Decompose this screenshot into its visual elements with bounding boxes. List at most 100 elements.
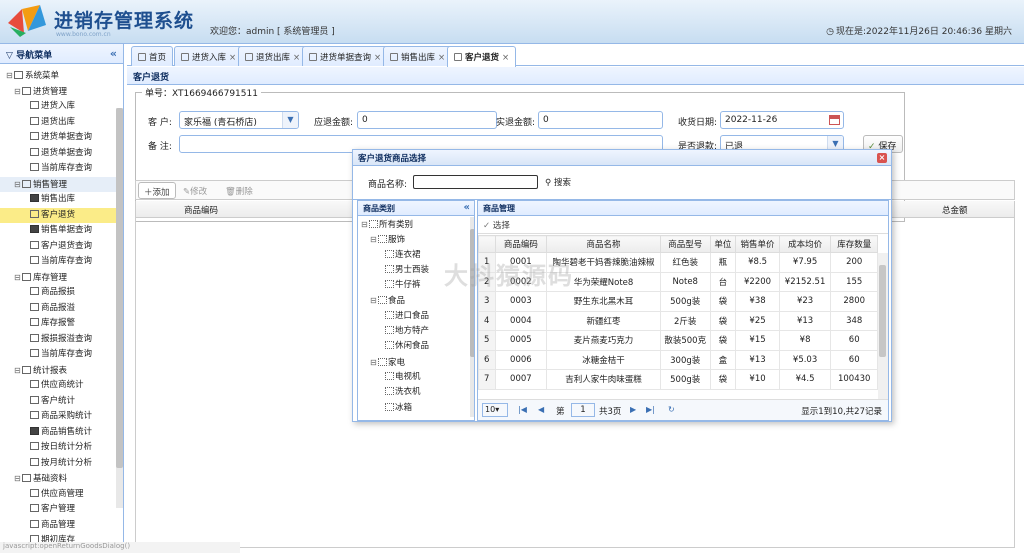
nav-item[interactable]: 当前库存查询 xyxy=(0,161,123,177)
table-row[interactable]: 6 0006 冰糖金桔干 300g装盒 ¥13 ¥5.03 60 xyxy=(478,349,878,370)
nav-item[interactable]: 当前库存查询 xyxy=(0,347,123,363)
nav-group[interactable]: ⊟ 系统菜单 xyxy=(0,68,123,84)
collapse-toggle-icon[interactable]: ⊟ xyxy=(14,471,22,487)
collapse-left-icon[interactable]: « xyxy=(110,47,117,60)
nav-group[interactable]: ⊟ 进货管理 xyxy=(0,84,123,100)
close-icon[interactable]: × xyxy=(374,53,381,63)
page-number-input[interactable]: 1 xyxy=(571,403,595,417)
col-header[interactable]: 成本均价 xyxy=(778,235,832,253)
grid-col-total[interactable]: 总金额 xyxy=(942,204,968,216)
close-icon[interactable]: × xyxy=(502,53,509,63)
col-header[interactable]: 商品编码 xyxy=(494,235,548,253)
table-row[interactable]: 3 0003 野生东北黑木耳 500g装袋 ¥38 ¥23 2800 xyxy=(478,291,878,312)
nav-item[interactable]: 客户退货查询 xyxy=(0,239,123,255)
tab-purchase-in[interactable]: 进货入库 × xyxy=(174,46,244,66)
collapse-toggle-icon[interactable]: ⊟ xyxy=(370,232,378,247)
close-icon[interactable]: × xyxy=(877,153,887,163)
nav-item[interactable]: 按日统计分析 xyxy=(0,440,123,456)
nav-item[interactable]: 进货入库 xyxy=(0,99,123,115)
date-field[interactable]: 2022-11-26 xyxy=(720,111,844,129)
nav-item[interactable]: 销售出库 xyxy=(0,192,123,208)
table-row[interactable]: 7 0007 吉利人家牛肉味蛋糕 500g装袋 ¥10 ¥4.5 100430 xyxy=(478,369,878,390)
category-item[interactable]: ⊟ 服饰 xyxy=(358,232,474,247)
col-header[interactable]: 单位 xyxy=(709,235,737,253)
category-item[interactable]: ⊟ 食品 xyxy=(358,293,474,308)
table-row[interactable]: 5 0005 麦片燕麦巧克力 散装500克袋 ¥15 ¥8 60 xyxy=(478,330,878,351)
table-row[interactable]: 4 0004 新疆红枣 2斤装袋 ¥25 ¥13 348 xyxy=(478,310,878,331)
collapse-toggle-icon[interactable]: ⊟ xyxy=(370,293,378,308)
category-item[interactable]: 洗衣机 xyxy=(358,385,474,400)
col-header[interactable]: 商品型号 xyxy=(659,235,711,253)
nav-item[interactable]: 当前库存查询 xyxy=(0,254,123,270)
collapse-toggle-icon[interactable]: ⊟ xyxy=(14,84,22,100)
collapse-toggle-icon[interactable]: ⊟ xyxy=(370,355,378,370)
category-item[interactable]: 休闲食品 xyxy=(358,339,474,354)
collapse-toggle-icon[interactable]: ⊟ xyxy=(14,270,22,286)
category-item[interactable]: 连衣裙 xyxy=(358,248,474,263)
nav-item[interactable]: 供应商统计 xyxy=(0,378,123,394)
close-icon[interactable]: × xyxy=(293,53,300,63)
nav-item[interactable]: 库存报警 xyxy=(0,316,123,332)
category-item[interactable]: 进口食品 xyxy=(358,309,474,324)
tab-purchase-query[interactable]: 进货单据查询 × xyxy=(302,46,389,66)
tab-home[interactable]: 首页 xyxy=(131,46,174,66)
prev-page-icon[interactable]: ◀ xyxy=(538,405,544,414)
close-icon[interactable]: × xyxy=(438,53,445,63)
nav-item[interactable]: 按月统计分析 xyxy=(0,456,123,472)
collapse-left-icon[interactable]: « xyxy=(464,202,470,213)
category-item[interactable]: 牛仔裤 xyxy=(358,278,474,293)
category-item[interactable]: 电视机 xyxy=(358,370,474,385)
nav-item[interactable]: 商品报损 xyxy=(0,285,123,301)
collapse-toggle-icon[interactable]: ⊟ xyxy=(361,217,369,232)
category-item[interactable]: 男士西装 xyxy=(358,263,474,278)
nav-item[interactable]: 报损报溢查询 xyxy=(0,332,123,348)
category-item[interactable]: 冰箱 xyxy=(358,401,474,416)
nav-item[interactable]: 商品报溢 xyxy=(0,301,123,317)
refresh-icon[interactable]: ↻ xyxy=(668,405,675,414)
table-row[interactable]: 1 0001 陶华碧老干妈香辣脆油辣椒 红色装瓶 ¥8.5 ¥7.95 200 xyxy=(478,252,878,273)
category-scroll-thumb[interactable] xyxy=(470,229,474,357)
nav-item[interactable]: 退货出库 xyxy=(0,115,123,131)
payable-field[interactable]: 0 xyxy=(357,111,497,129)
edit-button[interactable]: ✎修改 xyxy=(178,182,212,199)
next-page-icon[interactable]: ▶ xyxy=(630,405,636,414)
product-scroll-thumb[interactable] xyxy=(879,265,886,357)
tab-return-out[interactable]: 退货出库 × xyxy=(238,46,308,66)
search-button[interactable]: ⚲ 搜索 xyxy=(545,176,571,188)
tab-customer-return[interactable]: 客户退货 × xyxy=(447,46,517,67)
first-page-icon[interactable]: |◀ xyxy=(518,405,527,414)
close-icon[interactable]: × xyxy=(229,53,236,63)
nav-item[interactable]: 销售单据查询 xyxy=(0,223,123,239)
table-row[interactable]: 2 0002 华为荣耀Note8 Note8 台 ¥2200 ¥2152.51 155 xyxy=(478,271,878,292)
category-scrollbar[interactable] xyxy=(470,217,474,417)
col-header[interactable]: 库存数量 xyxy=(830,235,878,253)
delete-button[interactable]: 🗑删除 xyxy=(220,182,258,199)
nav-group[interactable]: ⊟ 库存管理 xyxy=(0,270,123,286)
collapse-toggle-icon[interactable]: ⊟ xyxy=(14,177,22,193)
customer-combo[interactable]: 家乐福 (青石桥店) ▼ xyxy=(179,111,299,129)
nav-item[interactable]: 客户统计 xyxy=(0,394,123,410)
col-header[interactable]: 商品名称 xyxy=(546,235,661,253)
search-input[interactable] xyxy=(413,175,538,189)
category-item[interactable]: ⊟ 家电 xyxy=(358,355,474,370)
sidebar-scroll-thumb[interactable] xyxy=(116,108,123,468)
nav-item[interactable]: 商品管理 xyxy=(0,518,123,534)
nav-group[interactable]: ⊟ 统计报表 xyxy=(0,363,123,379)
last-page-icon[interactable]: ▶| xyxy=(646,405,655,414)
nav-item[interactable]: 客户管理 xyxy=(0,502,123,518)
select-button[interactable]: ✓ 选择 xyxy=(483,221,510,231)
nav-item[interactable]: 商品销售统计 xyxy=(0,425,123,441)
collapse-toggle-icon[interactable]: ⊟ xyxy=(6,68,14,84)
sidebar-scrollbar[interactable] xyxy=(116,108,123,508)
nav-item[interactable]: 商品采购统计 xyxy=(0,409,123,425)
category-item[interactable]: ⊟ 所有类别 xyxy=(358,217,474,232)
nav-group[interactable]: ⊟ 销售管理 xyxy=(0,176,123,193)
page-size-select[interactable]: 10▾ xyxy=(482,403,508,417)
nav-item[interactable]: 供应商管理 xyxy=(0,487,123,503)
nav-item[interactable]: 进货单据查询 xyxy=(0,130,123,146)
nav-item[interactable]: 退货单据查询 xyxy=(0,146,123,162)
product-scrollbar[interactable] xyxy=(878,253,888,399)
nav-group[interactable]: ⊟ 基础资料 xyxy=(0,471,123,487)
calendar-icon[interactable] xyxy=(829,115,840,125)
nav-item[interactable]: 客户退货 xyxy=(0,207,123,223)
